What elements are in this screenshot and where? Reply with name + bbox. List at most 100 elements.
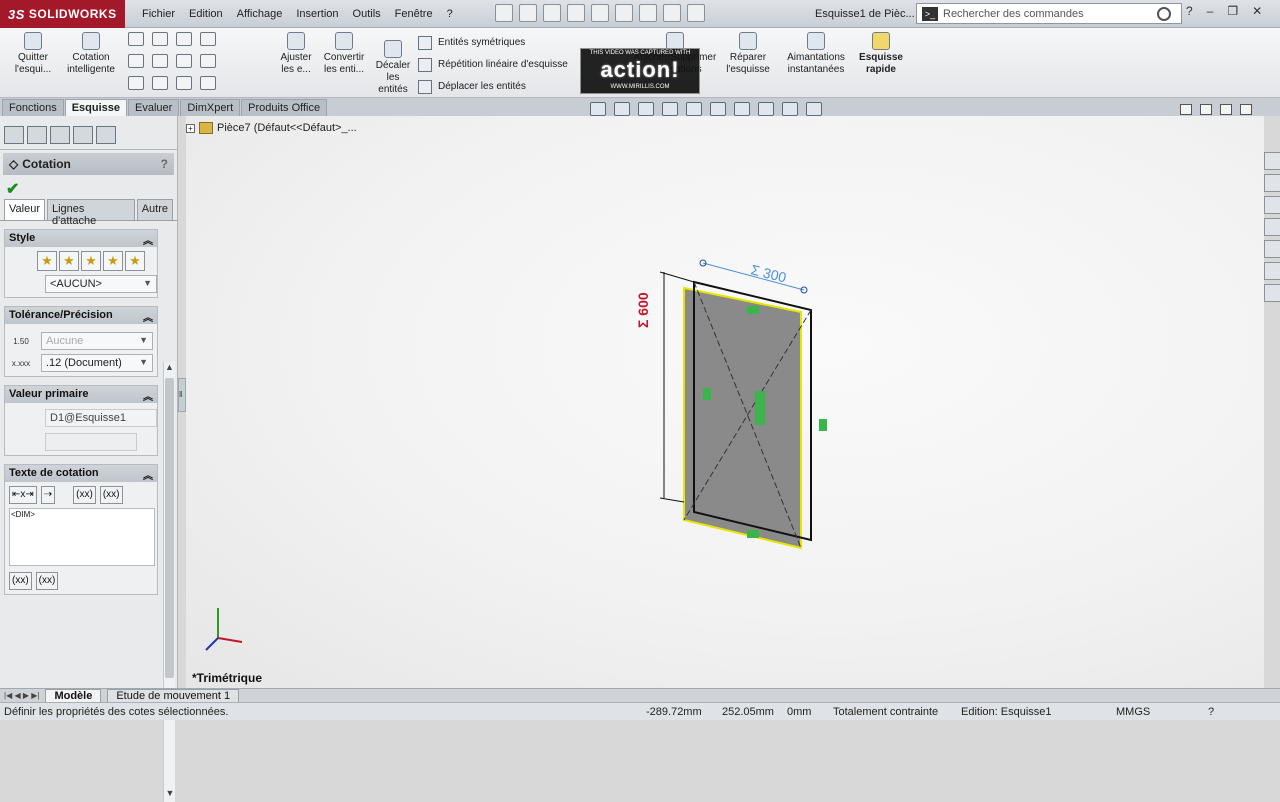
previous-view-icon[interactable] bbox=[638, 102, 654, 116]
style-dropdown[interactable]: <AUCUN> ▼ bbox=[45, 275, 157, 293]
parenthesis-button[interactable]: (xx) bbox=[73, 486, 96, 504]
collapse-icon[interactable]: ︽ bbox=[143, 309, 153, 324]
justify-center-button[interactable]: ⇤x⇥ bbox=[9, 486, 37, 504]
tab-esquisse[interactable]: Esquisse bbox=[64, 99, 128, 116]
fillet-icon[interactable] bbox=[176, 76, 192, 90]
tolerance-type-dropdown[interactable]: Aucune ▼ bbox=[41, 332, 153, 350]
rapid-sketch-button[interactable]: Esquisse rapide bbox=[856, 32, 906, 76]
relation-marker-top[interactable] bbox=[747, 306, 759, 314]
search-input[interactable]: Rechercher des commandes bbox=[943, 8, 1157, 20]
feature-tree-icon[interactable] bbox=[4, 126, 24, 144]
configuration-manager-icon[interactable] bbox=[50, 126, 70, 144]
relation-marker-right[interactable] bbox=[819, 419, 827, 431]
search-icon[interactable] bbox=[1157, 6, 1171, 21]
viewport-layout-icon[interactable] bbox=[1180, 104, 1192, 115]
text-parenthesis-button[interactable]: (xx) bbox=[9, 572, 32, 590]
command-search[interactable]: >_ Rechercher des commandes bbox=[916, 3, 1182, 24]
tab-fonctions[interactable]: Fonctions bbox=[2, 99, 64, 116]
convert-entities-button[interactable]: Convertir les enti... bbox=[320, 32, 368, 76]
apply-style-icon[interactable]: ★ bbox=[37, 251, 57, 271]
menu-insertion[interactable]: Insertion bbox=[289, 8, 345, 20]
property-manager-icon[interactable] bbox=[27, 126, 47, 144]
tab-dimxpert[interactable]: DimXpert bbox=[180, 99, 241, 116]
tolerance-header[interactable]: Tolérance/Précision ︽ bbox=[5, 307, 157, 324]
arc-icon[interactable] bbox=[152, 54, 168, 68]
point-grid-icon[interactable] bbox=[200, 32, 216, 46]
close-icon[interactable]: ✕ bbox=[1252, 4, 1262, 18]
display-style-icon[interactable] bbox=[710, 102, 726, 116]
smart-dimension-button[interactable]: Cotation intelligente bbox=[62, 32, 120, 76]
pm-help-icon[interactable]: ? bbox=[161, 157, 168, 171]
origin-relation-marker[interactable] bbox=[755, 391, 765, 425]
dimension-label-height[interactable]: Σ 600 bbox=[635, 292, 651, 328]
save-style-icon[interactable]: ★ bbox=[103, 251, 123, 271]
minimize-icon[interactable]: – bbox=[1207, 4, 1214, 18]
viewport-minimize-icon[interactable] bbox=[1200, 104, 1212, 115]
scroll-thumb[interactable] bbox=[165, 378, 174, 678]
dimension-value-field[interactable] bbox=[45, 433, 137, 451]
move-entities-button[interactable]: Déplacer les entités bbox=[418, 76, 568, 98]
section-view-icon[interactable] bbox=[662, 102, 678, 116]
new-file-icon[interactable] bbox=[495, 4, 513, 22]
view-settings-icon[interactable] bbox=[806, 102, 822, 116]
solidworks-logo[interactable]: 3S SOLIDWORKS bbox=[0, 0, 125, 28]
dimension-label-width[interactable]: Σ 300 bbox=[749, 261, 788, 285]
viewport-close-icon[interactable] bbox=[1240, 104, 1252, 115]
custom-properties-icon[interactable] bbox=[1264, 284, 1280, 302]
menu-fenetre[interactable]: Fenêtre bbox=[388, 8, 440, 20]
add-style-icon[interactable]: ★ bbox=[59, 251, 79, 271]
point-icon[interactable] bbox=[200, 76, 216, 90]
dimension-name-field[interactable]: D1@Esquisse1 bbox=[45, 409, 157, 427]
appearance-icon[interactable] bbox=[758, 102, 774, 116]
precision-dropdown[interactable]: .12 (Document) ▼ bbox=[41, 354, 153, 372]
scroll-down-icon[interactable]: ▼ bbox=[164, 788, 176, 802]
delete-style-icon[interactable]: ★ bbox=[81, 251, 101, 271]
menu-fichier[interactable]: Fichier bbox=[135, 8, 182, 20]
tab-modele[interactable]: Modèle bbox=[45, 688, 102, 703]
restore-icon[interactable]: ❐ bbox=[1227, 4, 1238, 18]
ellipse-icon[interactable] bbox=[176, 54, 192, 68]
appearances-icon[interactable] bbox=[1264, 262, 1280, 280]
mirror-entities-button[interactable]: Entités symétriques bbox=[418, 32, 568, 54]
undo-icon[interactable] bbox=[591, 4, 609, 22]
ok-button[interactable]: ✔ bbox=[0, 175, 177, 199]
linear-pattern-button[interactable]: Répétition linéaire d'esquisse bbox=[418, 54, 568, 76]
relation-marker-left[interactable] bbox=[703, 388, 711, 400]
tab-lignes-attache[interactable]: Lignes d'attache bbox=[46, 199, 135, 227]
inspection-button[interactable]: (xx) bbox=[99, 486, 123, 504]
units-selector[interactable]: MMGS bbox=[1116, 706, 1150, 718]
line-icon[interactable] bbox=[128, 32, 144, 46]
design-library-icon[interactable] bbox=[1264, 174, 1280, 192]
relation-marker-bottom[interactable] bbox=[747, 530, 759, 538]
view-palette-icon[interactable] bbox=[1264, 240, 1280, 258]
polygon-icon[interactable] bbox=[152, 76, 168, 90]
zoom-fit-icon[interactable] bbox=[590, 102, 606, 116]
load-style-icon[interactable]: ★ bbox=[125, 251, 145, 271]
collapse-icon[interactable]: ︽ bbox=[143, 467, 153, 482]
primary-value-header[interactable]: Valeur primaire ︽ bbox=[5, 386, 157, 403]
tab-autre[interactable]: Autre bbox=[136, 199, 173, 220]
collapse-icon[interactable]: ︽ bbox=[143, 388, 153, 403]
menu-affichage[interactable]: Affichage bbox=[230, 8, 290, 20]
text-inspection-button[interactable]: (xx) bbox=[35, 572, 59, 590]
save-icon[interactable] bbox=[543, 4, 561, 22]
offset-entities-button[interactable]: Décaler les entités bbox=[372, 40, 414, 96]
display-manager-icon[interactable] bbox=[96, 126, 116, 144]
dimension-text-field[interactable]: <DIM> bbox=[9, 508, 155, 566]
dimxpert-manager-icon[interactable] bbox=[73, 126, 93, 144]
style-header[interactable]: Style ︽ bbox=[5, 230, 157, 247]
text-icon[interactable] bbox=[200, 54, 216, 68]
menu-outils[interactable]: Outils bbox=[346, 8, 388, 20]
scene-icon[interactable] bbox=[782, 102, 798, 116]
rectangle-icon[interactable] bbox=[128, 54, 144, 68]
menu-help[interactable]: ? bbox=[440, 8, 460, 20]
view-orientation-icon[interactable] bbox=[686, 102, 702, 116]
panel-collapse-handle[interactable]: ‖ bbox=[178, 378, 186, 412]
redo-icon[interactable] bbox=[615, 4, 633, 22]
pm-scrollbar[interactable]: ▲ ▼ bbox=[163, 362, 175, 802]
resources-icon[interactable] bbox=[1264, 152, 1280, 170]
file-explorer-icon[interactable] bbox=[1264, 196, 1280, 214]
quit-sketch-button[interactable]: Quitter l'esqui... bbox=[8, 32, 58, 76]
trim-button[interactable]: Ajuster les e... bbox=[276, 32, 316, 76]
help-icon[interactable]: ? bbox=[1186, 4, 1193, 18]
